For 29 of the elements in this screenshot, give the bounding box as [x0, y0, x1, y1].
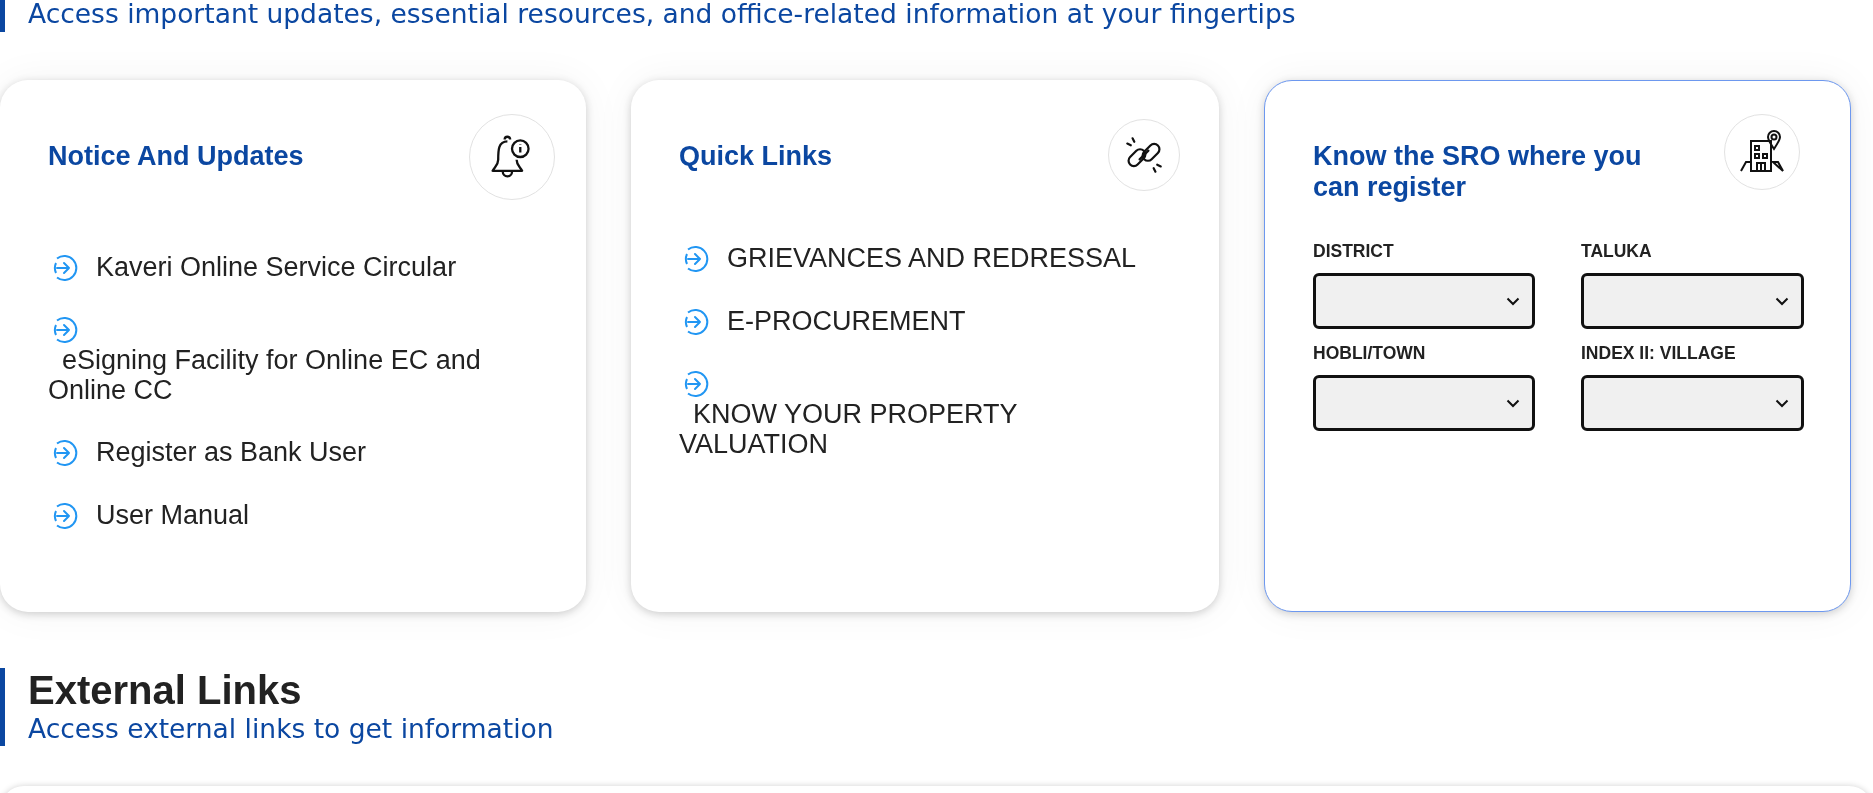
card-title: Notice And Updates: [48, 141, 304, 172]
link-text[interactable]: KNOW YOUR PROPERTY VALUATION: [679, 399, 1149, 459]
link-text[interactable]: E-PROCUREMENT: [727, 306, 966, 337]
card-title: Know the SRO where you can register: [1313, 141, 1643, 203]
field-label: INDEX II: VILLAGE: [1581, 343, 1737, 363]
link-text[interactable]: Register as Bank User: [96, 437, 367, 468]
field-label: TALUKA: [1581, 241, 1653, 261]
select-field[interactable]: [1581, 375, 1804, 431]
chevron-icon: [1506, 398, 1520, 408]
card-title: Quick Links: [679, 141, 833, 172]
select-field[interactable]: [1313, 375, 1535, 431]
select-field[interactable]: [1313, 273, 1535, 329]
field-label: HOBLI/TOWN: [1313, 343, 1427, 363]
link-text[interactable]: Kaveri Online Service Circular: [96, 252, 457, 283]
list-link[interactable]: User Manual: [48, 500, 518, 531]
chevron-icon: [1506, 296, 1520, 306]
chevron-icon: [1775, 398, 1789, 408]
select-field[interactable]: [1581, 273, 1804, 329]
section-subtitle: Access important updates, essential resources, and office-related information at your fingertips: [28, 0, 1296, 31]
link-text[interactable]: User Manual: [96, 500, 250, 531]
section-subtitle: Access external links to get information: [28, 712, 554, 746]
link-text[interactable]: eSigning Facility for Online EC and Online CC: [48, 345, 518, 405]
chevron-icon: [1775, 296, 1789, 306]
field-label: DISTRICT: [1313, 241, 1395, 261]
section-heading: External Links: [28, 668, 303, 712]
accent-bar: [0, 0, 5, 32]
list-link[interactable]: Kaveri Online Service Circular: [48, 252, 518, 283]
list-link[interactable]: E-PROCUREMENT: [679, 306, 1149, 337]
list-link[interactable]: Register as Bank User: [48, 437, 518, 468]
